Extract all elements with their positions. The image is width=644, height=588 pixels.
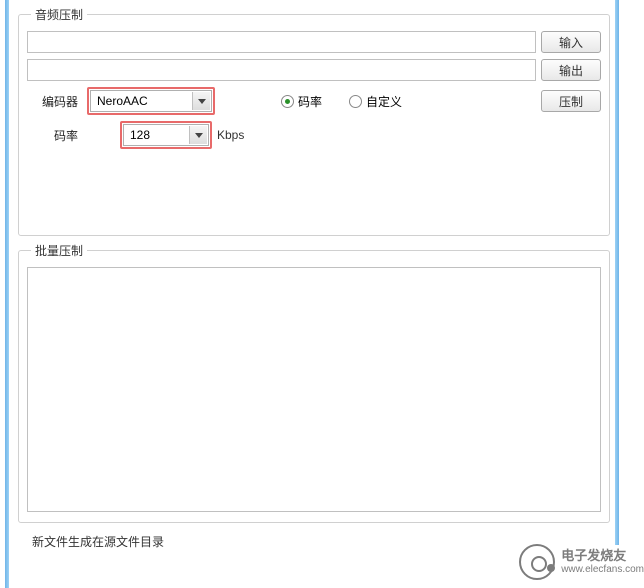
encoder-value: NeroAAC [97, 94, 148, 108]
watermark-cn: 电子发烧友 [561, 549, 644, 563]
encoder-dropdown[interactable]: NeroAAC [90, 90, 212, 112]
radio-bitrate-label: 码率 [298, 93, 322, 110]
chevron-down-icon [192, 92, 210, 110]
radio-dot-icon [349, 95, 362, 108]
audio-legend: 音频压制 [31, 6, 87, 23]
bitrate-label: 码率 [27, 127, 82, 144]
radio-custom-label: 自定义 [366, 93, 402, 110]
encoder-highlight: NeroAAC [87, 87, 215, 115]
bitrate-value: 128 [130, 128, 150, 142]
bitrate-dropdown[interactable]: 128 [123, 124, 209, 146]
chevron-down-icon [189, 126, 207, 144]
bitrate-highlight: 128 [120, 121, 212, 149]
batch-listbox[interactable] [27, 267, 601, 512]
logo-icon [519, 544, 555, 580]
bitrate-unit: Kbps [217, 128, 244, 142]
input-path-field[interactable] [27, 31, 536, 53]
watermark: 电子发烧友 www.elecfans.com [519, 544, 644, 580]
radio-bitrate[interactable]: 码率 [281, 93, 322, 110]
output-path-field[interactable] [27, 59, 536, 81]
batch-legend: 批量压制 [31, 242, 87, 259]
batch-compress-group: 批量压制 [18, 242, 610, 523]
radio-custom[interactable]: 自定义 [349, 93, 402, 110]
output-button[interactable]: 输出 [541, 59, 601, 81]
watermark-url: www.elecfans.com [561, 564, 644, 575]
input-button[interactable]: 输入 [541, 31, 601, 53]
audio-compress-group: 音频压制 输入 输出 编码器 NeroAAC 码率 [18, 6, 610, 236]
encode-button[interactable]: 压制 [541, 90, 601, 112]
radio-dot-checked-icon [281, 95, 294, 108]
encoder-label: 编码器 [27, 93, 82, 110]
